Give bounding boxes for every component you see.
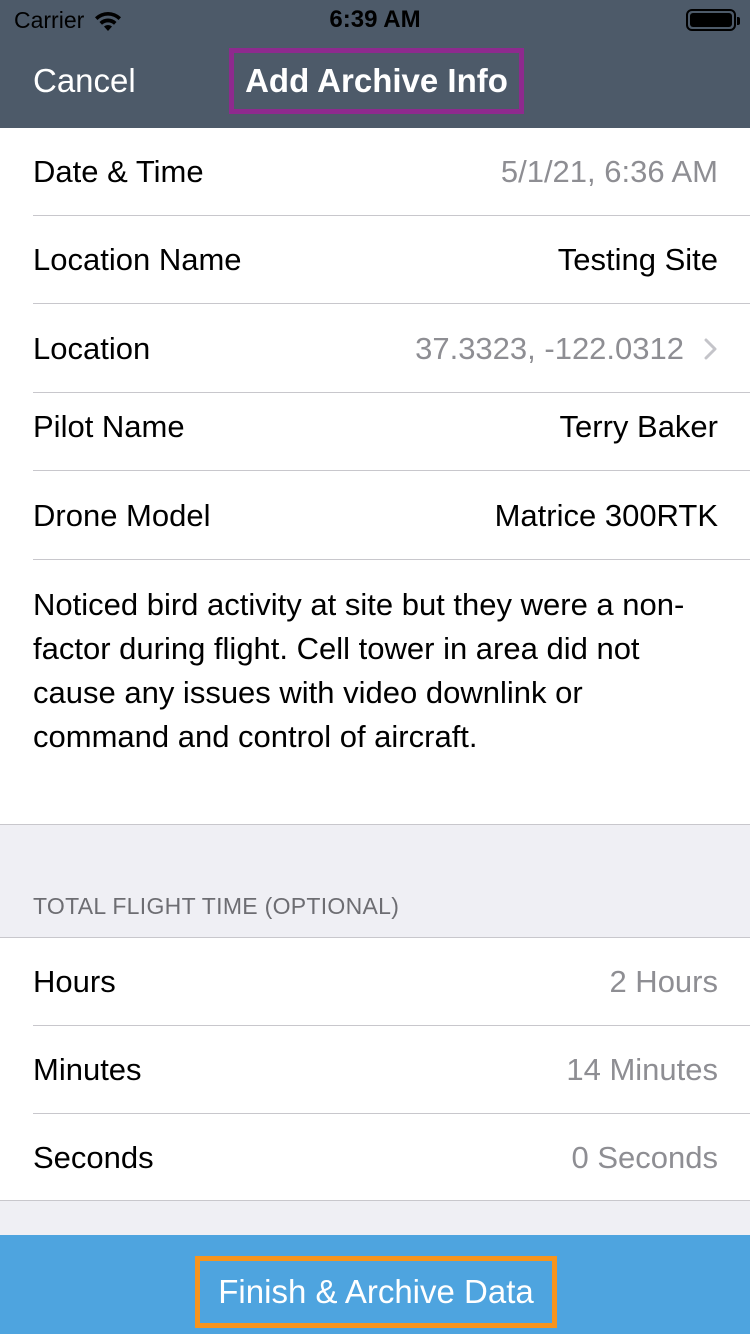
date-time-row[interactable]: Date & Time 5/1/21, 6:36 AM [0, 128, 750, 216]
drone-model-value[interactable]: Matrice 300RTK [495, 498, 718, 534]
page-title: Add Archive Info [229, 48, 524, 114]
hours-row[interactable]: Hours 2 Hours [0, 938, 750, 1026]
pilot-name-label: Pilot Name [33, 409, 185, 444]
battery-fill [690, 13, 732, 27]
location-label: Location [33, 331, 151, 366]
location-name-value[interactable]: Testing Site [558, 242, 718, 278]
flight-time-section-header: TOTAL FLIGHT TIME (OPTIONAL) [33, 893, 400, 919]
seconds-value[interactable]: 0 Seconds [572, 1140, 719, 1176]
location-value-group: 37.3323, -122.0312 [415, 331, 718, 367]
status-time: 6:39 AM [329, 6, 421, 33]
status-bar: Carrier 6:39 AM [0, 0, 750, 40]
drone-model-label: Drone Model [33, 498, 211, 533]
minutes-row[interactable]: Minutes 14 Minutes [0, 1026, 750, 1114]
location-name-label: Location Name [33, 242, 242, 277]
pilot-name-value[interactable]: Terry Baker [560, 409, 718, 445]
battery-icon [686, 9, 740, 31]
minutes-label: Minutes [33, 1052, 142, 1087]
date-time-value: 5/1/21, 6:36 AM [500, 154, 718, 189]
archive-details-section: Date & Time 5/1/21, 6:36 AM Location Nam… [0, 128, 750, 825]
navigation-bar: Carrier 6:39 AM Cancel Add Archive Info [0, 0, 750, 128]
finish-archive-button[interactable]: Finish & Archive Data [195, 1256, 557, 1328]
seconds-row[interactable]: Seconds 0 Seconds [0, 1114, 750, 1202]
location-name-row[interactable]: Location Name Testing Site [0, 216, 750, 304]
cancel-button[interactable]: Cancel [33, 62, 136, 100]
drone-model-row[interactable]: Drone Model Matrice 300RTK [0, 472, 750, 560]
date-time-label: Date & Time [33, 154, 204, 189]
hours-value[interactable]: 2 Hours [609, 964, 718, 1000]
flight-time-section: Hours 2 Hours Minutes 14 Minutes Seconds… [0, 937, 750, 1201]
seconds-label: Seconds [33, 1140, 154, 1175]
notes-text-area[interactable]: Noticed bird activity at site but they w… [33, 583, 723, 759]
chevron-right-icon [704, 338, 717, 360]
hours-label: Hours [33, 964, 116, 999]
pilot-name-row[interactable]: Pilot Name Terry Baker [0, 383, 750, 471]
bottom-action-bar: Finish & Archive Data [0, 1235, 750, 1334]
minutes-value[interactable]: 14 Minutes [566, 1052, 718, 1088]
location-value: 37.3323, -122.0312 [415, 331, 684, 366]
location-row[interactable]: Location 37.3323, -122.0312 [0, 305, 750, 393]
